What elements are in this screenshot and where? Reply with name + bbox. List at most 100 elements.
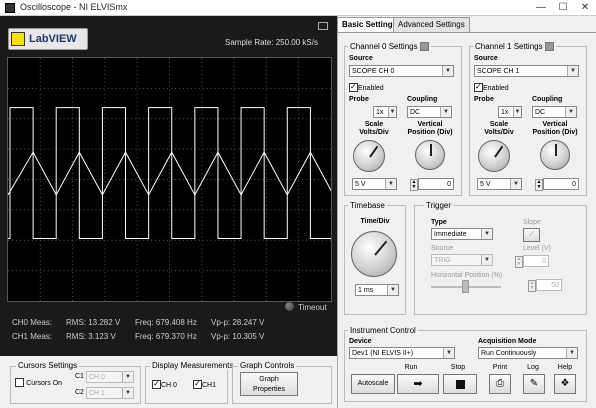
horizontal-position-input[interactable]: ▲ ▼ 50 — [528, 279, 562, 292]
acquisition-mode-label: Acquisition Mode — [478, 338, 537, 345]
chevron-down-icon: ▼ — [442, 66, 453, 76]
log-label: Log — [527, 364, 539, 371]
horizontal-position-slider[interactable] — [462, 280, 469, 293]
maximize-button[interactable]: ☐ — [552, 0, 574, 16]
ch0-scale-label: Scale Volts/Div — [359, 121, 389, 136]
chevron-down-icon: ▼ — [443, 348, 454, 358]
ch0-source-select[interactable]: SCOPE CH 0 ▼ — [349, 65, 454, 77]
print-label: Print — [492, 364, 508, 371]
ch1-source-label: Source — [474, 55, 498, 62]
ch1-scale-knob[interactable] — [478, 140, 510, 172]
run-button[interactable]: ➡ — [397, 374, 439, 394]
ch0-coupling-select[interactable]: DC ▼ — [407, 106, 452, 118]
slope-rising-icon[interactable]: ⟋ — [523, 228, 540, 242]
horizontal-position-label: Horizontal Position (%) — [431, 272, 503, 279]
ch0-vpos-input[interactable]: ▲ ▼ 0 — [410, 178, 454, 191]
help-button[interactable]: ❖ — [554, 374, 576, 394]
c1-label: C1 — [75, 373, 84, 380]
time-div-select[interactable]: 1 ms ▼ — [355, 284, 399, 296]
ch1-source-select[interactable]: SCOPE CH 1 ▼ — [474, 65, 579, 77]
ch0-square-trace — [8, 107, 331, 240]
autoscale-button[interactable]: Autoscale — [351, 374, 395, 394]
log-button[interactable]: ✎ — [523, 374, 545, 394]
timebase-title: Timebase — [348, 201, 387, 210]
timeout-indicator — [285, 302, 294, 311]
log-icon: ✎ — [529, 378, 539, 389]
ch1-scale-select[interactable]: 5 V ▼ — [477, 178, 522, 190]
window-title: Oscilloscope - NI ELVISmx — [20, 2, 128, 12]
title-bar: Oscilloscope - NI ELVISmx — ☐ ✕ — [0, 0, 596, 16]
channel-0-title: Channel 0 Settings — [348, 42, 431, 52]
level-input[interactable]: ▲ ▼ 0 — [515, 255, 549, 268]
ch0-vpos-knob[interactable] — [415, 140, 445, 170]
help-book-icon: ❖ — [560, 378, 570, 389]
ch0-freq: Freq: 679.408 Hz — [135, 318, 197, 327]
cursors-settings-title: Cursors Settings — [16, 361, 80, 370]
ch0-scale-select[interactable]: 5 V ▼ — [352, 178, 397, 190]
chevron-down-icon: ▼ — [481, 229, 492, 239]
acquisition-mode-select[interactable]: Run Continuously ▼ — [478, 347, 578, 359]
print-button[interactable]: ⎙ — [489, 374, 511, 394]
ch1-vpos-input[interactable]: ▲ ▼ 0 — [535, 178, 579, 191]
sample-rate-readout: Sample Rate: 250.00 kS/s — [225, 38, 318, 47]
c1-select[interactable]: CH 0 ▼ — [86, 371, 134, 383]
ch1-rms: RMS: 3.123 V — [66, 332, 116, 341]
ch1-probe-select[interactable]: 1x ▼ — [498, 106, 522, 118]
c2-select[interactable]: CH 1 ▼ — [86, 387, 134, 399]
trigger-title: Trigger — [424, 201, 454, 210]
graph-controls-title: Graph Controls — [238, 361, 297, 370]
stop-label: Stop — [450, 364, 466, 371]
ch1-probe-label: Probe — [474, 96, 494, 103]
window-mode-icon[interactable] — [318, 22, 328, 30]
close-button[interactable]: ✕ — [574, 0, 596, 16]
app-icon — [5, 3, 15, 13]
device-select[interactable]: Dev1 (NI ELVIS II+) ▼ — [349, 347, 455, 359]
chevron-down-icon: ▼ — [510, 179, 521, 189]
display-ch0-checkbox[interactable]: CH 0 — [152, 379, 177, 390]
stop-button[interactable] — [443, 374, 477, 394]
ch1-meas-label: CH1 Meas: — [12, 332, 53, 341]
chevron-down-icon: ▼ — [566, 348, 577, 358]
display-measurements-title: Display Measurements — [150, 361, 236, 370]
slope-label: Slope — [523, 219, 541, 226]
ch0-enabled-checkbox[interactable]: Enabled — [349, 82, 384, 93]
ch0-meas-label: CH0 Meas: — [12, 318, 53, 327]
c2-label: C2 — [75, 389, 84, 396]
display-ch1-checkbox[interactable]: CH1 — [193, 379, 216, 390]
minimize-button[interactable]: — — [530, 0, 552, 16]
graph-properties-button[interactable]: Graph Properties — [240, 372, 298, 396]
channel-1-title: Channel 1 Settings — [473, 42, 556, 52]
tab-advanced-settings[interactable]: Advanced Settings — [393, 17, 470, 32]
trigger-source-select[interactable]: TRIG ▼ — [431, 254, 493, 266]
time-div-knob[interactable] — [351, 231, 397, 277]
ch1-vpos-knob[interactable] — [540, 140, 570, 170]
chevron-down-icon: ▼ — [567, 66, 578, 76]
trigger-type-select[interactable]: Immediate ▼ — [431, 228, 493, 240]
labview-logo-icon — [11, 32, 25, 46]
chevron-down-icon: ▼ — [387, 285, 398, 295]
trigger-source-label: Source — [431, 245, 454, 252]
chevron-down-icon: ▼ — [565, 107, 576, 117]
chevron-down-icon: ▼ — [122, 388, 133, 398]
stop-square-icon — [455, 380, 465, 389]
ch0-vpp: Vp-p: 28.247 V — [211, 318, 265, 327]
ch0-vpos-label: Vertical Position (Div) — [407, 121, 453, 136]
oscilloscope-graph[interactable] — [7, 57, 332, 302]
ch0-probe-label: Probe — [349, 96, 369, 103]
ch1-vpos-label: Vertical Position (Div) — [532, 121, 578, 136]
device-label: Device — [349, 338, 372, 345]
help-label: Help — [557, 364, 573, 371]
ch1-vpp: Vp-p: 10.305 V — [211, 332, 265, 341]
ch1-coupling-select[interactable]: DC ▼ — [532, 106, 577, 118]
channel-1-color-swatch — [544, 42, 554, 52]
chevron-down-icon: ▼ — [481, 255, 492, 265]
ch0-scale-knob[interactable] — [353, 140, 385, 172]
tab-divider — [337, 32, 596, 33]
chevron-down-icon: ▼ — [385, 179, 396, 189]
chevron-down-icon: ▼ — [440, 107, 451, 117]
ch1-enabled-checkbox[interactable]: Enabled — [474, 82, 509, 93]
labview-logo: LabVIEW — [8, 28, 88, 50]
ch0-probe-select[interactable]: 1x ▼ — [373, 106, 397, 118]
cursors-on-checkbox[interactable]: Cursors On — [15, 378, 62, 388]
run-label: Run — [404, 364, 418, 371]
